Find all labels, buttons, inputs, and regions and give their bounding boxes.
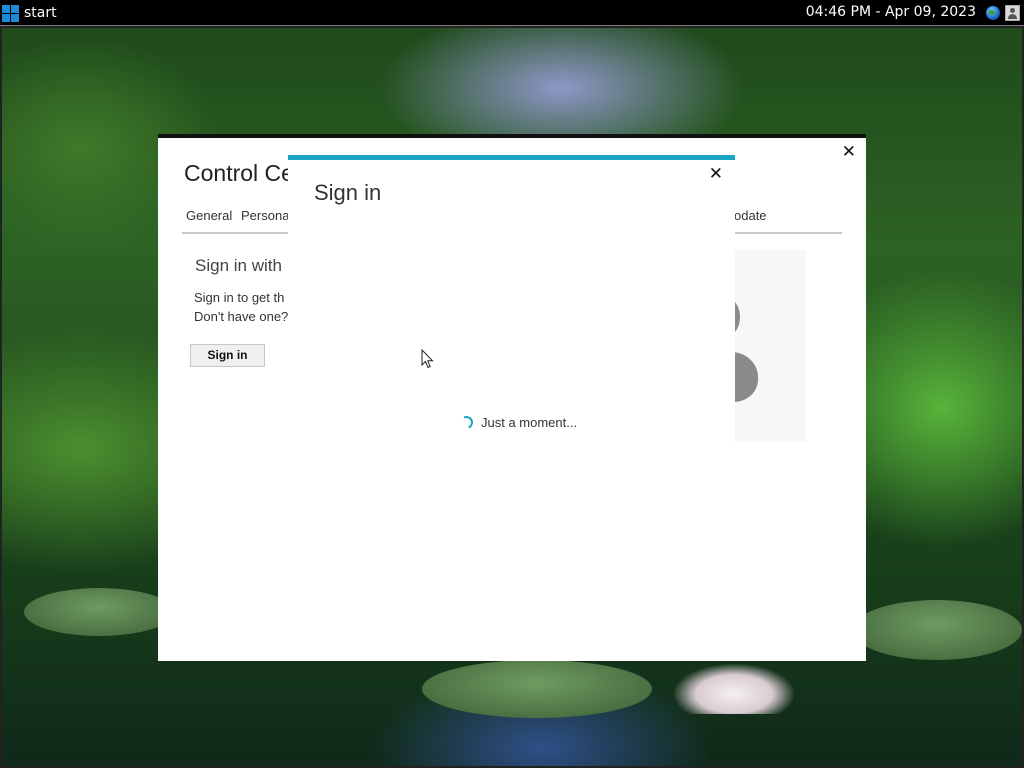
close-icon[interactable]: ✕ (709, 164, 723, 184)
section-description: Sign in to get th Don't have one? (194, 288, 288, 326)
globe-icon[interactable] (986, 6, 1000, 20)
start-label: start (24, 5, 57, 21)
description-line: Don't have one? (194, 309, 289, 324)
sign-in-button[interactable]: Sign in (190, 344, 265, 367)
window-title: Control Ce (184, 160, 294, 186)
water-lily (674, 664, 794, 714)
lily-pad (24, 588, 174, 636)
tab-general[interactable]: General (186, 208, 232, 223)
mouse-cursor-icon (421, 349, 434, 369)
avatar-panel (734, 250, 806, 442)
taskbar: start 04:46 PM - Apr 09, 2023 (0, 0, 1024, 26)
loading-indicator: Just a moment... (458, 414, 578, 431)
tab-update[interactable]: odate (734, 208, 767, 223)
description-line: Sign in to get th (194, 290, 285, 305)
section-heading: Sign in with (195, 256, 282, 275)
avatar-placeholder-body (734, 352, 758, 402)
tab-personal[interactable]: Persona (241, 208, 289, 223)
sign-in-dialog: ✕ Sign in Just a moment... (288, 155, 735, 661)
spinner-icon (458, 414, 475, 431)
lily-pad (852, 600, 1022, 660)
loading-text: Just a moment... (481, 415, 578, 430)
dialog-title: Sign in (314, 180, 382, 205)
start-logo-icon (2, 4, 19, 22)
close-icon[interactable]: ✕ (842, 142, 856, 162)
user-icon[interactable] (1005, 5, 1020, 21)
taskbar-clock[interactable]: 04:46 PM - Apr 09, 2023 (806, 4, 976, 20)
lily-pad (422, 660, 652, 718)
start-button[interactable]: start (2, 3, 57, 23)
